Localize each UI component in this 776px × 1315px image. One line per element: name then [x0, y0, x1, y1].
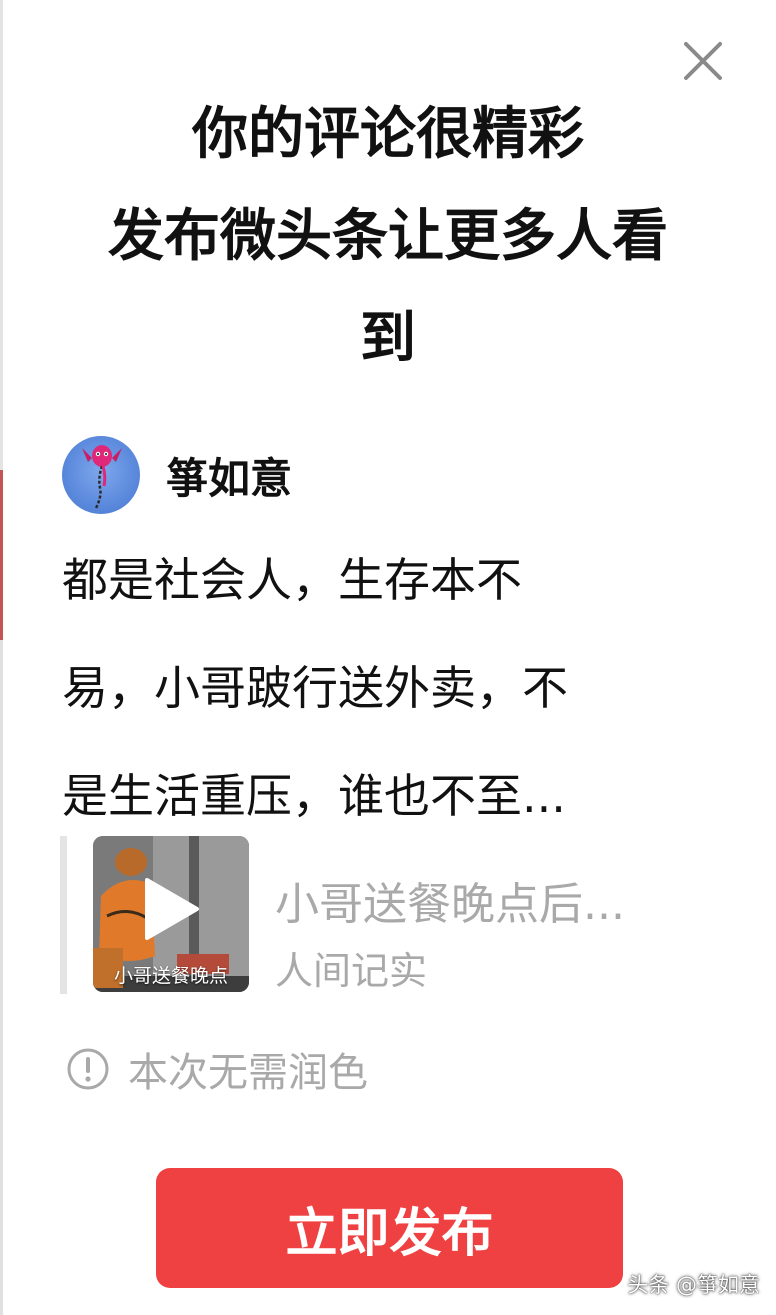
title-line: 到 [360, 306, 416, 371]
kite-avatar-icon [62, 436, 140, 514]
title-line: 你的评论很精彩 [192, 102, 584, 167]
dialog-title: 你的评论很精彩 发布微头条让更多人看 到 [0, 84, 776, 390]
video-thumbnail[interactable]: 小哥送餐晚点 [93, 836, 249, 992]
quote-bar [60, 836, 67, 994]
quoted-post-card[interactable]: 小哥送餐晚点 小哥送餐晚点后... 人间记实 [60, 836, 730, 994]
thumbnail-caption: 小哥送餐晚点 [113, 965, 228, 987]
watermark: 头条 @箏如意 [627, 1273, 760, 1297]
comment-line: 都是社会人，生存本不 [62, 553, 522, 607]
author-row: 箏如意 [62, 436, 292, 514]
close-icon [684, 42, 722, 80]
polish-notice: 本次无需润色 [66, 1046, 368, 1096]
play-icon [141, 876, 201, 942]
author-name: 箏如意 [166, 453, 293, 503]
publish-now-button[interactable]: 立即发布 [156, 1168, 623, 1288]
avatar[interactable] [62, 436, 140, 514]
quoted-post-source: 人间记实 [275, 949, 428, 993]
title-line: 发布微头条让更多人看 [108, 204, 668, 269]
info-icon [66, 1047, 110, 1091]
close-button[interactable] [680, 38, 726, 84]
publish-dialog: 你的评论很精彩 发布微头条让更多人看 到 箏如意 都是社会人，生存本不 易，小哥… [0, 0, 776, 1315]
comment-line: 易，小哥跛行送外卖，不 [62, 661, 568, 715]
notice-text: 本次无需润色 [128, 1050, 368, 1096]
comment-line: 是生活重压，谁也不至... [62, 769, 566, 823]
comment-text[interactable]: 都是社会人，生存本不 易，小哥跛行送外卖，不 是生活重压，谁也不至... [62, 526, 702, 850]
quoted-post-title: 小哥送餐晚点后... [275, 879, 625, 930]
